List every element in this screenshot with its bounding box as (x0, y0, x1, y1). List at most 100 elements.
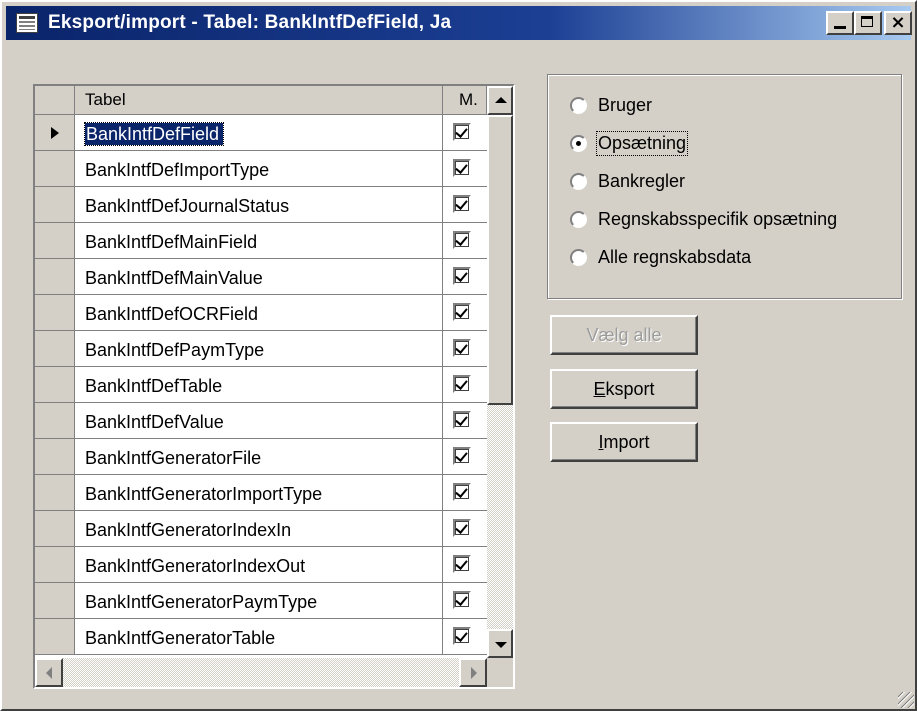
column-header-m[interactable]: M. (443, 86, 487, 115)
table-row[interactable]: BankIntfGeneratorImportType (35, 475, 487, 511)
mark-checkbox[interactable] (453, 231, 471, 249)
table-row[interactable]: BankIntfGeneratorIndexIn (35, 511, 487, 547)
mark-checkbox[interactable] (453, 267, 471, 285)
table-name-cell[interactable]: BankIntfDefField (75, 115, 443, 151)
table-name: BankIntfDefOCRField (85, 304, 259, 324)
mark-cell (443, 331, 487, 367)
table-row[interactable]: BankIntfDefMainField (35, 223, 487, 259)
mark-checkbox[interactable] (453, 555, 471, 573)
mark-checkbox[interactable] (453, 591, 471, 609)
table-name-cell[interactable]: BankIntfDefValue (75, 403, 443, 439)
table-row[interactable]: BankIntfGeneratorFile (35, 439, 487, 475)
mark-checkbox[interactable] (453, 483, 471, 501)
mark-cell (443, 511, 487, 547)
radio-button[interactable] (570, 249, 587, 266)
table-row[interactable]: BankIntfDefField (35, 115, 487, 151)
column-header-tabel[interactable]: Tabel (75, 86, 443, 115)
table-name-cell[interactable]: BankIntfGeneratorFile (75, 439, 443, 475)
table-row[interactable]: BankIntfDefImportType (35, 151, 487, 187)
form-icon[interactable] (16, 13, 38, 33)
record-selector[interactable] (35, 403, 75, 439)
record-selector-header[interactable] (35, 86, 75, 115)
window-title: Eksport/import - Tabel: BankIntfDefField… (48, 12, 452, 33)
scroll-right-button[interactable] (459, 658, 487, 687)
horizontal-scrollbar[interactable] (35, 658, 513, 687)
close-icon: × (890, 12, 906, 33)
table-row[interactable]: BankIntfDefJournalStatus (35, 187, 487, 223)
option-label: Bankregler (598, 171, 686, 191)
table-name-cell[interactable]: BankIntfDefJournalStatus (75, 187, 443, 223)
scroll-left-button[interactable] (35, 658, 63, 687)
table-row[interactable]: BankIntfDefValue (35, 403, 487, 439)
record-selector[interactable] (35, 331, 75, 367)
table-name-cell[interactable]: BankIntfGeneratorTable (75, 619, 443, 655)
scroll-down-button[interactable] (487, 629, 513, 658)
mark-cell (443, 439, 487, 475)
import-label: mport (603, 432, 650, 452)
mark-checkbox[interactable] (453, 123, 471, 141)
scroll-thumb[interactable] (487, 115, 513, 405)
table-name-cell[interactable]: BankIntfGeneratorIndexOut (75, 547, 443, 583)
record-selector[interactable] (35, 511, 75, 547)
table-name: BankIntfGeneratorIndexOut (85, 556, 306, 576)
table-row[interactable]: BankIntfGeneratorIndexOut (35, 547, 487, 583)
scroll-up-button[interactable] (487, 86, 513, 115)
resize-grip[interactable] (898, 692, 914, 708)
record-selector[interactable] (35, 223, 75, 259)
export-button[interactable]: Eksport (550, 369, 698, 409)
table-name: BankIntfGeneratorTable (85, 628, 276, 648)
table-name-cell[interactable]: BankIntfGeneratorImportType (75, 475, 443, 511)
table-name-cell[interactable]: BankIntfDefMainValue (75, 259, 443, 295)
mark-checkbox[interactable] (453, 303, 471, 321)
table-name-cell[interactable]: BankIntfDefTable (75, 367, 443, 403)
record-selector[interactable] (35, 439, 75, 475)
record-selector[interactable] (35, 295, 75, 331)
record-selector[interactable] (35, 151, 75, 187)
select-all-button[interactable]: Vælg alle (550, 315, 698, 355)
table-name-cell[interactable]: BankIntfGeneratorPaymType (75, 583, 443, 619)
table-name-cell[interactable]: BankIntfDefMainField (75, 223, 443, 259)
table-name-cell[interactable]: BankIntfDefImportType (75, 151, 443, 187)
mark-checkbox[interactable] (453, 519, 471, 537)
radio-button[interactable] (570, 135, 587, 152)
table-row[interactable]: BankIntfDefMainValue (35, 259, 487, 295)
close-button[interactable]: × (884, 11, 912, 35)
table-row[interactable]: BankIntfGeneratorPaymType (35, 583, 487, 619)
record-selector[interactable] (35, 475, 75, 511)
record-selector[interactable] (35, 259, 75, 295)
mark-cell (443, 547, 487, 583)
table-grid: Tabel M. BankIntfDefField BankIntfDefImpo… (33, 84, 515, 689)
table-row[interactable]: BankIntfDefPaymType (35, 331, 487, 367)
record-selector[interactable] (35, 187, 75, 223)
record-selector[interactable] (35, 367, 75, 403)
mark-checkbox[interactable] (453, 411, 471, 429)
vertical-scrollbar[interactable] (487, 86, 513, 658)
mark-checkbox[interactable] (453, 159, 471, 177)
mark-checkbox[interactable] (453, 339, 471, 357)
mark-checkbox[interactable] (453, 627, 471, 645)
record-selector[interactable] (35, 583, 75, 619)
table-row[interactable]: BankIntfDefTable (35, 367, 487, 403)
mark-checkbox[interactable] (453, 375, 471, 393)
table-name-cell[interactable]: BankIntfDefPaymType (75, 331, 443, 367)
table-row[interactable]: BankIntfDefOCRField (35, 295, 487, 331)
table-name-cell[interactable]: BankIntfGeneratorIndexIn (75, 511, 443, 547)
record-selector[interactable] (35, 547, 75, 583)
table-row[interactable]: BankIntfGeneratorTable (35, 619, 487, 655)
record-selector[interactable] (35, 619, 75, 655)
record-selector[interactable] (35, 115, 75, 151)
import-button[interactable]: Import (550, 422, 698, 462)
maximize-button[interactable] (854, 11, 882, 35)
radio-button[interactable] (570, 211, 587, 228)
table-name: BankIntfDefMainValue (85, 268, 263, 288)
mark-checkbox[interactable] (453, 195, 471, 213)
radio-button[interactable] (570, 97, 587, 114)
mark-checkbox[interactable] (453, 447, 471, 465)
title-bar[interactable]: Eksport/import - Tabel: BankIntfDefField… (6, 6, 912, 40)
option-label: Alle regnskabsdata (598, 247, 752, 267)
minimize-button[interactable] (826, 11, 854, 35)
export-import-window: Eksport/import - Tabel: BankIntfDefField… (0, 0, 917, 711)
table-name-cell[interactable]: BankIntfDefOCRField (75, 295, 443, 331)
radio-button[interactable] (570, 173, 587, 190)
option-label: Bruger (598, 95, 653, 115)
